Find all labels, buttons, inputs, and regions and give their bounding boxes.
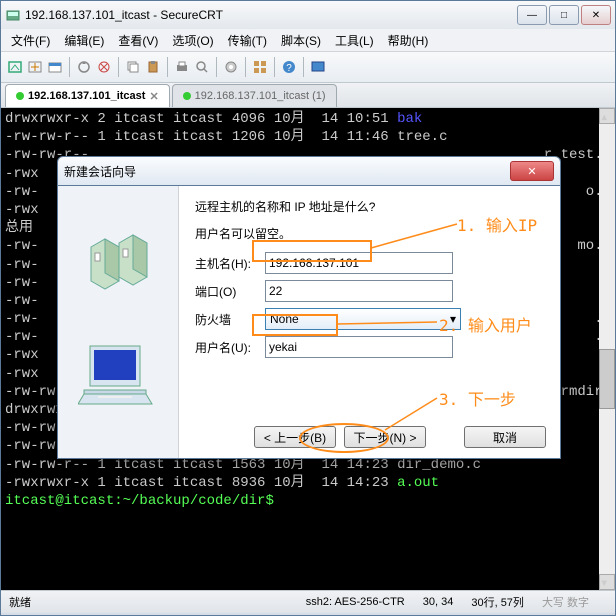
port-input[interactable] [265,280,453,302]
scroll-thumb[interactable] [599,349,615,409]
tab-close-icon[interactable]: ✕ [149,90,158,103]
tab-status-icon [183,92,191,100]
scroll-up-icon[interactable]: ▴ [599,108,615,124]
maximize-button[interactable]: □ [549,5,579,25]
status-ready: 就绪 [9,594,31,610]
server-icon [83,227,153,297]
tab-inactive[interactable]: 192.168.137.101_itcast (1) [172,84,337,107]
firewall-select[interactable]: None▾ [265,308,461,330]
window-title: 192.168.137.101_itcast - SecureCRT [25,8,517,22]
status-caps: 大写 数字 [542,594,589,610]
menu-file[interactable]: 文件(F) [5,30,56,51]
new-session-wizard-dialog: 新建会话向导 ✕ [57,156,561,458]
tb-connect-icon[interactable] [7,59,23,75]
annotation-3: 3. 下一步 [439,386,516,410]
dialog-question: 远程主机的名称和 IP 地址是什么? [195,198,544,215]
computer-icon [78,338,158,418]
dialog-title: 新建会话向导 [64,163,136,180]
terminal-scrollbar[interactable]: ▴ ▾ [599,108,615,590]
menu-view[interactable]: 查看(V) [112,30,164,51]
app-icon [5,7,21,23]
tab-active-label: 192.168.137.101_itcast [28,90,145,102]
tb-print-icon[interactable] [174,59,190,75]
dialog-titlebar[interactable]: 新建会话向导 ✕ [57,156,561,186]
hostname-label: 主机名(H): [195,255,265,272]
port-label: 端口(O) [195,283,265,300]
username-label: 用户名(U): [195,339,265,356]
svg-text:?: ? [286,63,292,74]
scroll-down-icon[interactable]: ▾ [599,574,615,590]
dialog-note: 用户名可以留空。 [195,225,544,242]
next-button[interactable]: 下一步(N) > [344,426,426,448]
tab-active[interactable]: 192.168.137.101_itcast ✕ [5,84,170,107]
tab-inactive-label: 192.168.137.101_itcast (1) [195,90,326,102]
menu-transfer[interactable]: 传输(T) [222,30,273,51]
tb-options-icon[interactable] [223,59,239,75]
cancel-button[interactable]: 取消 [464,426,546,448]
tb-paste-icon[interactable] [145,59,161,75]
session-tabs: 192.168.137.101_itcast ✕ 192.168.137.101… [1,83,615,108]
tb-session-icon[interactable] [47,59,63,75]
tb-help-icon[interactable]: ? [281,59,297,75]
username-input[interactable] [265,336,453,358]
status-cursor-pos: 30, 34 [423,596,454,608]
menu-script[interactable]: 脚本(S) [275,30,327,51]
hostname-input[interactable] [265,252,453,274]
menu-options[interactable]: 选项(O) [166,30,219,51]
window-titlebar: 192.168.137.101_itcast - SecureCRT — □ ✕ [1,1,615,29]
tb-copy-icon[interactable] [125,59,141,75]
tb-reconnect-icon[interactable] [76,59,92,75]
menu-edit[interactable]: 编辑(E) [58,30,110,51]
back-button[interactable]: < 上一步(B) [254,426,336,448]
dialog-close-button[interactable]: ✕ [510,161,554,181]
status-encryption: ssh2: AES-256-CTR [306,596,405,608]
tb-quick-icon[interactable] [27,59,43,75]
tab-status-icon [16,92,24,100]
menu-help[interactable]: 帮助(H) [382,30,435,51]
menubar: 文件(F) 编辑(E) 查看(V) 选项(O) 传输(T) 脚本(S) 工具(L… [1,29,615,52]
close-button[interactable]: ✕ [581,5,611,25]
chevron-down-icon: ▾ [450,312,456,326]
tb-screen-icon[interactable] [310,59,326,75]
menu-tools[interactable]: 工具(L) [329,30,380,51]
tb-find-icon[interactable] [194,59,210,75]
dialog-sidebar [58,186,179,458]
minimize-button[interactable]: — [517,5,547,25]
status-size: 30行, 57列 [471,594,524,610]
terminal-prompt: itcast@itcast:~/backup/code/dir$ [5,493,274,509]
toolbar: ? [1,52,615,83]
tb-tile-icon[interactable] [252,59,268,75]
firewall-label: 防火墙 [195,311,265,328]
tb-disconnect-icon[interactable] [96,59,112,75]
statusbar: 就绪 ssh2: AES-256-CTR 30, 34 30行, 57列 VT1… [1,590,615,613]
